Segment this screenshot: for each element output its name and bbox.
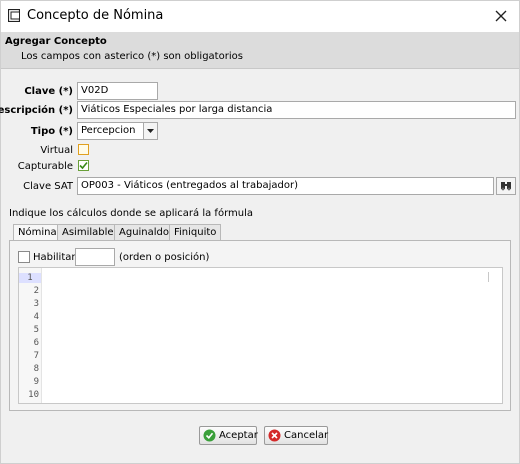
line-number: 3 xyxy=(33,299,39,309)
form-header: Agregar Concepto Los campos con asterico… xyxy=(1,32,519,69)
chevron-down-icon xyxy=(147,129,154,133)
editor-scroll-indicator[interactable] xyxy=(488,272,489,282)
cancel-button[interactable]: Cancelar xyxy=(264,426,328,445)
orden-input[interactable] xyxy=(75,248,115,266)
line-number: 7 xyxy=(33,351,39,361)
cancel-circle-icon xyxy=(268,429,281,442)
formula-instruction: Indique los cálculos donde se aplicará l… xyxy=(9,208,253,219)
clave-input[interactable]: V02D xyxy=(77,82,158,100)
descripcion-label: Descripción (*) xyxy=(0,105,73,116)
clave-label: Clave (*) xyxy=(24,86,73,97)
tipo-dropdown-button[interactable] xyxy=(143,123,157,139)
line-number: 1 xyxy=(19,273,41,283)
capturable-checkbox[interactable] xyxy=(78,160,89,171)
title-bar: Concepto de Nómina xyxy=(1,1,519,32)
checkmark-icon xyxy=(79,161,88,170)
check-circle-icon xyxy=(203,429,216,442)
window-title: Concepto de Nómina xyxy=(27,8,164,23)
line-number: 8 xyxy=(33,364,39,374)
dialog-window: Concepto de Nómina Agregar Concepto Los … xyxy=(0,0,520,464)
line-number: 4 xyxy=(33,312,39,322)
tipo-select[interactable]: Percepcion xyxy=(77,122,158,140)
tab-nomina[interactable]: Nómina xyxy=(13,224,62,241)
tab-finiquito[interactable]: Finiquito xyxy=(169,224,222,240)
clave-sat-input[interactable]: OP003 - Viáticos (entregados al trabajad… xyxy=(77,177,494,195)
tab-aguinaldo[interactable]: Aguinaldo xyxy=(114,224,175,240)
tipo-selected-value: Percepcion xyxy=(81,125,136,136)
virtual-checkbox[interactable] xyxy=(78,144,89,155)
descripcion-input[interactable]: Viáticos Especiales por larga distancia xyxy=(77,101,516,119)
virtual-label: Virtual xyxy=(40,145,73,156)
line-number: 2 xyxy=(33,286,39,296)
clave-sat-label: Clave SAT xyxy=(23,181,73,192)
capturable-label: Capturable xyxy=(17,161,73,172)
tipo-label: Tipo (*) xyxy=(30,126,73,137)
binoculars-icon xyxy=(501,182,511,191)
line-number: 5 xyxy=(33,325,39,335)
habilitar-label: Habilitar xyxy=(33,252,76,263)
required-fields-note: Los campos con asterico (*) son obligato… xyxy=(21,51,243,62)
habilitar-checkbox[interactable] xyxy=(18,251,30,263)
cancel-label: Cancelar xyxy=(284,430,329,441)
close-icon[interactable] xyxy=(491,6,511,26)
form-title: Agregar Concepto xyxy=(5,36,107,47)
app-icon xyxy=(8,9,20,22)
line-number: 6 xyxy=(33,338,39,348)
accept-label: Aceptar xyxy=(219,430,258,441)
line-number-gutter: 1 2 3 4 5 6 7 8 9 10 xyxy=(19,268,42,403)
accept-button[interactable]: Aceptar xyxy=(199,426,258,445)
orden-hint: (orden o posición) xyxy=(119,252,210,263)
clave-sat-lookup-button[interactable] xyxy=(496,177,516,195)
formula-editor[interactable]: 1 2 3 4 5 6 7 8 9 10 xyxy=(18,267,503,404)
line-number: 9 xyxy=(33,377,39,387)
line-number: 10 xyxy=(28,390,39,400)
